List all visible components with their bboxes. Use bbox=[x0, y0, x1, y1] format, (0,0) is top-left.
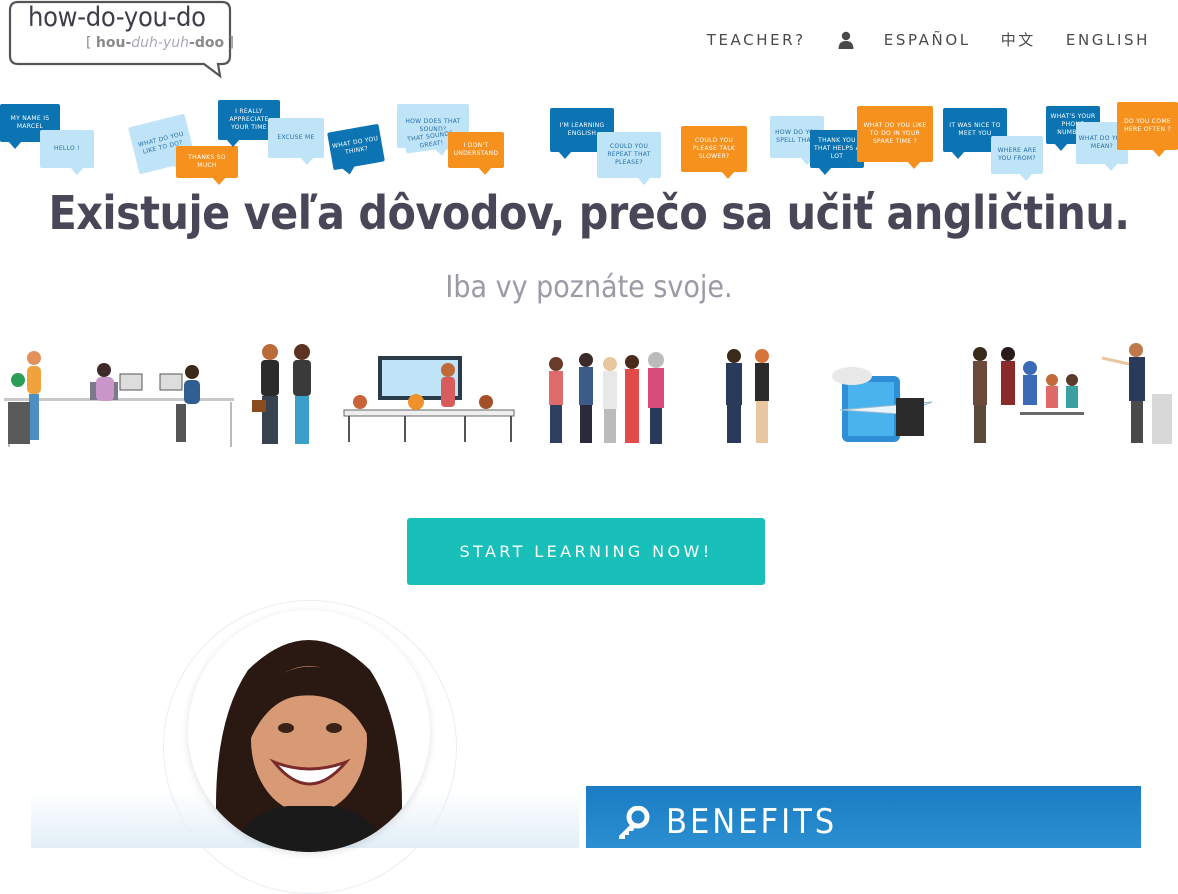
nav-espanol[interactable]: ESPAÑOL bbox=[884, 31, 971, 49]
professions-group-illustration bbox=[549, 352, 664, 444]
teacher-portrait-icon bbox=[216, 640, 402, 852]
two-women-illustration bbox=[252, 344, 311, 444]
phrase-bubble: WHERE ARE YOU FROM? bbox=[991, 136, 1043, 181]
benefits-title: BENEFITS bbox=[666, 802, 838, 842]
nav-english[interactable]: ENGLISH bbox=[1066, 31, 1150, 49]
phrase-bubble: I DON'T UNDERSTAND bbox=[448, 132, 504, 175]
people-illustrations bbox=[4, 343, 1172, 447]
phrase-bubbles-strip: MY NAME IS MARCEL HELLO ! WHAT DO YOU LI… bbox=[0, 98, 1178, 190]
classroom-illustration bbox=[343, 356, 515, 442]
site-logo[interactable]: how-do-you-do [ hou-duh-yuh-doo ] bbox=[6, 0, 234, 80]
logo-title: how-do-you-do bbox=[28, 2, 206, 33]
logo-pronunciation: [ hou-duh-yuh-doo ] bbox=[86, 35, 235, 51]
phrase-bubble: HELLO ! bbox=[40, 130, 94, 175]
phrase-bubble: THANKS SO MUCH bbox=[176, 146, 238, 185]
phrase-bubble: COULD YOU REPEAT THAT PLEASE? bbox=[597, 132, 661, 185]
phrase-bubble: COULD YOU PLEASE TALK SLOWER? bbox=[681, 126, 747, 179]
presentation-audience-illustration bbox=[973, 347, 1084, 443]
phrase-bubble: WHAT DO YOU THINK? bbox=[327, 123, 385, 171]
phrase-bubble: EXCUSE ME bbox=[268, 118, 324, 165]
nav-chinese[interactable]: 中文 bbox=[1001, 29, 1036, 50]
hero-subheading: Iba vy poznáte svoje. bbox=[445, 270, 733, 305]
nav-teacher[interactable]: TEACHER? bbox=[707, 31, 806, 49]
start-learning-button[interactable]: START LEARNING NOW! bbox=[407, 518, 765, 585]
travel-suitcase-illustration bbox=[832, 367, 933, 442]
office-workers-illustration bbox=[4, 351, 234, 447]
key-icon bbox=[619, 806, 650, 839]
user-icon[interactable] bbox=[838, 31, 854, 49]
phrase-bubble: THANK YOU THAT HELPS A LOT bbox=[810, 130, 864, 175]
hero-heading: Existuje veľa dôvodov, prečo sa učiť ang… bbox=[48, 186, 1130, 240]
presenter-illustration bbox=[1101, 343, 1172, 444]
phrase-bubble: DO YOU COME HERE OFTEN ? bbox=[1117, 102, 1178, 157]
benefits-section-header: BENEFITS bbox=[586, 786, 1141, 848]
teacher-avatar bbox=[188, 610, 430, 852]
phrase-bubble: WHAT DO YOU LIKE TO DO IN YOUR SPARE TIM… bbox=[857, 106, 933, 169]
business-couple-illustration bbox=[726, 349, 769, 443]
top-nav: TEACHER? ESPAÑOL 中文 ENGLISH bbox=[677, 29, 1150, 50]
